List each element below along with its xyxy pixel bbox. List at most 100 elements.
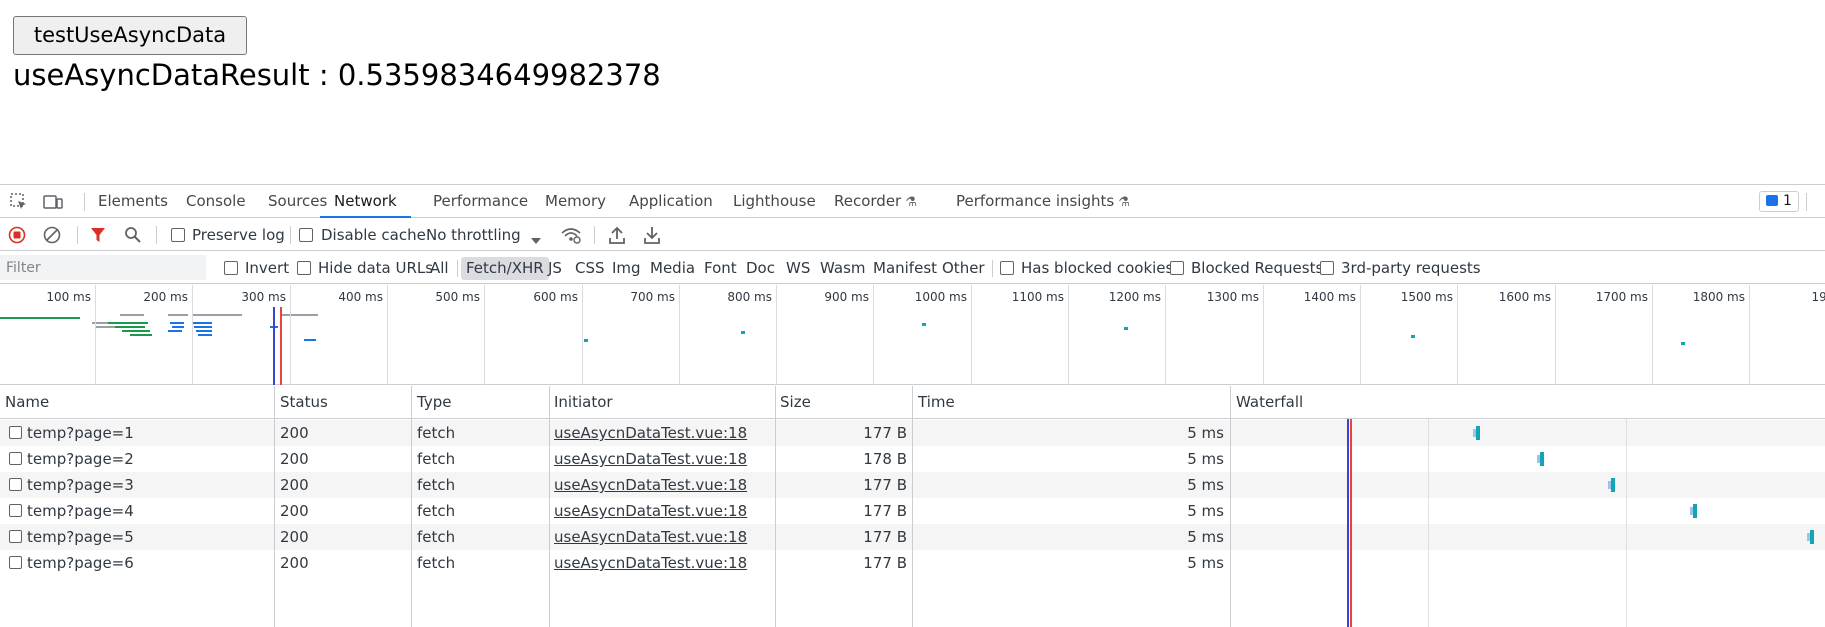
overview-gridline <box>1555 285 1556 385</box>
throttling-select[interactable]: No throttling <box>426 226 521 244</box>
request-time: 5 ms <box>1187 450 1224 468</box>
waterfall-bar[interactable] <box>1473 426 1480 440</box>
column-header-type[interactable]: Type <box>417 386 451 419</box>
type-filter-js[interactable]: JS <box>548 257 562 280</box>
column-header-initiator[interactable]: Initiator <box>554 386 613 419</box>
type-filter-css[interactable]: CSS <box>575 257 605 280</box>
filter-bar: Invert Hide data URLs All Fetch/XHR JS C… <box>0 252 1825 284</box>
type-filter-wasm[interactable]: Wasm <box>820 257 866 280</box>
waterfall-bar[interactable] <box>1690 504 1697 518</box>
request-type: fetch <box>417 554 456 572</box>
overview-gridline <box>1749 285 1750 385</box>
filter-input[interactable] <box>0 255 206 280</box>
chevron-down-icon[interactable] <box>530 231 542 249</box>
row-checkbox[interactable] <box>9 556 22 569</box>
request-initiator-link[interactable]: useAsycnDataTest.vue:18 <box>554 446 747 472</box>
toolbar-separator <box>156 226 157 244</box>
row-checkbox[interactable] <box>9 426 22 439</box>
type-filter-ws[interactable]: WS <box>786 257 810 280</box>
waterfall-gridline <box>1626 419 1627 627</box>
overview-gridline <box>873 285 874 385</box>
overview-gridline <box>776 285 777 385</box>
column-header-name[interactable]: Name <box>5 386 49 419</box>
type-filter-other[interactable]: Other <box>942 257 985 280</box>
result-label: useAsyncDataResult <box>13 58 310 92</box>
inspect-element-icon[interactable] <box>9 192 29 212</box>
preserve-log-checkbox[interactable] <box>171 228 185 242</box>
request-status: 200 <box>280 476 309 494</box>
search-icon[interactable] <box>124 226 142 248</box>
type-filter-font[interactable]: Font <box>704 257 737 280</box>
request-initiator-link[interactable]: useAsycnDataTest.vue:18 <box>554 550 747 576</box>
column-header-size[interactable]: Size <box>780 386 811 419</box>
toolbar-separator <box>77 226 78 244</box>
waterfall-bar[interactable] <box>1807 530 1814 544</box>
tab-lighthouse[interactable]: Lighthouse <box>733 185 816 218</box>
tab-performance-insights-label: Performance insights <box>956 192 1115 210</box>
request-time: 5 ms <box>1187 528 1224 546</box>
waterfall-bar[interactable] <box>1608 478 1615 492</box>
third-party-checkbox[interactable] <box>1320 261 1334 275</box>
device-toolbar-icon[interactable] <box>42 192 63 212</box>
row-checkbox[interactable] <box>9 478 22 491</box>
overview-gridline <box>1652 285 1653 385</box>
request-initiator-link[interactable]: useAsycnDataTest.vue:18 <box>554 420 747 446</box>
tab-sources[interactable]: Sources <box>268 185 327 218</box>
waterfall-bar[interactable] <box>1537 452 1544 466</box>
type-filter-doc[interactable]: Doc <box>746 257 775 280</box>
stop-recording-icon[interactable] <box>8 226 26 248</box>
tab-performance-insights[interactable]: Performance insights ⚗ <box>956 185 1130 218</box>
request-initiator-link[interactable]: useAsycnDataTest.vue:18 <box>554 498 747 524</box>
request-initiator-link[interactable]: useAsycnDataTest.vue:18 <box>554 472 747 498</box>
request-name: temp?page=1 <box>27 424 134 442</box>
invert-checkbox[interactable] <box>224 261 238 275</box>
disable-cache-checkbox[interactable] <box>299 228 313 242</box>
column-divider <box>912 386 913 627</box>
type-filter-img[interactable]: Img <box>612 257 641 280</box>
type-filter-fetch-xhr[interactable]: Fetch/XHR <box>461 257 549 280</box>
tab-network[interactable]: Network <box>320 185 411 218</box>
result-line: useAsyncDataResult : 0.5359834649982378 <box>13 58 661 92</box>
has-blocked-cookies-checkbox[interactable] <box>1000 261 1014 275</box>
tab-elements[interactable]: Elements <box>98 185 168 218</box>
row-checkbox[interactable] <box>9 504 22 517</box>
export-har-icon[interactable] <box>643 225 661 249</box>
import-har-icon[interactable] <box>608 225 626 249</box>
devtools-panel: Elements Console Sources Network Perform… <box>0 184 1825 627</box>
tab-application[interactable]: Application <box>629 185 713 218</box>
request-initiator-link[interactable]: useAsycnDataTest.vue:18 <box>554 524 747 550</box>
column-header-time[interactable]: Time <box>918 386 955 419</box>
tab-memory[interactable]: Memory <box>545 185 606 218</box>
column-header-status[interactable]: Status <box>280 386 328 419</box>
type-filter-all[interactable]: All <box>430 257 449 280</box>
blocked-requests-checkbox[interactable] <box>1170 261 1184 275</box>
tab-recorder[interactable]: Recorder ⚗ <box>834 185 917 218</box>
issues-count: 1 <box>1783 193 1792 209</box>
overview-tick-label: 1000 ms <box>914 290 967 304</box>
column-header-waterfall[interactable]: Waterfall <box>1236 386 1303 419</box>
network-conditions-icon[interactable] <box>560 225 582 249</box>
network-overview-timeline[interactable]: 100 ms 200 ms 300 ms 400 ms 500 ms 600 ms 700 … <box>0 285 1825 385</box>
toolbar-separator <box>594 226 595 244</box>
request-time: 5 ms <box>1187 424 1224 442</box>
request-table: Name Status Type Initiator Size Time Wat… <box>0 386 1825 627</box>
issues-badge[interactable]: 1 <box>1759 191 1799 212</box>
type-filter-manifest[interactable]: Manifest <box>873 257 937 280</box>
disable-cache-label: Disable cache <box>321 226 426 244</box>
filter-icon[interactable] <box>90 227 106 247</box>
hide-data-urls-checkbox[interactable] <box>297 261 311 275</box>
network-toolbar: Preserve log Disable cache No throttling <box>0 219 1825 251</box>
overview-tick-label: 400 ms <box>338 290 383 304</box>
waterfall-download-segment <box>1810 530 1814 544</box>
clear-icon[interactable] <box>43 226 61 248</box>
tab-console[interactable]: Console <box>186 185 246 218</box>
row-checkbox[interactable] <box>9 530 22 543</box>
tab-performance[interactable]: Performance <box>433 185 528 218</box>
test-use-async-data-button[interactable]: testUseAsyncData <box>13 16 247 55</box>
request-status: 200 <box>280 528 309 546</box>
request-name: temp?page=2 <box>27 450 134 468</box>
row-checkbox[interactable] <box>9 452 22 465</box>
type-filter-media[interactable]: Media <box>650 257 695 280</box>
invert-label: Invert <box>245 259 290 277</box>
request-status: 200 <box>280 424 309 442</box>
